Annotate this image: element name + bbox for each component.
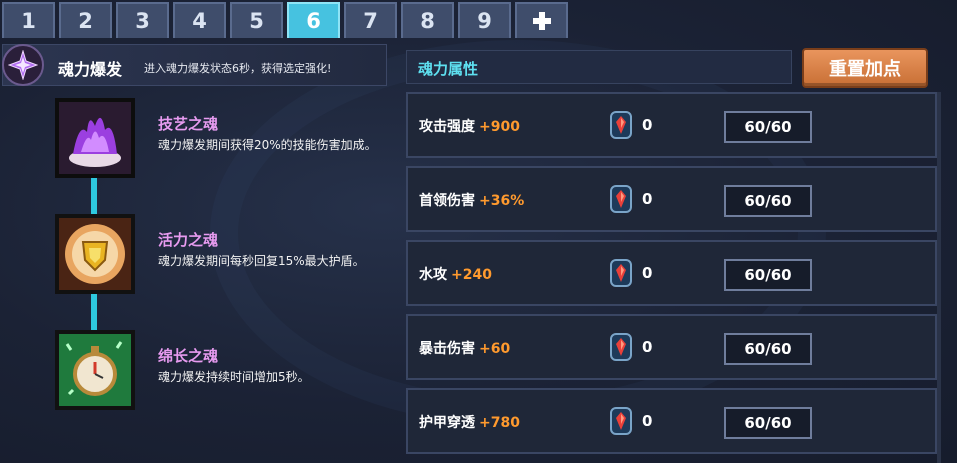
attribute-label: 水攻 +240: [419, 267, 492, 283]
soul-gem-icon: [610, 259, 632, 287]
attribute-row: 暴击伤害 +60 0 60/60: [406, 314, 937, 380]
soul-description-vitality: 魂力爆发期间每秒回复15%最大护盾。: [158, 254, 365, 268]
soul-gem-icon: [610, 407, 632, 435]
soul-burst-emblem-icon: [2, 44, 44, 86]
tab-3[interactable]: 3: [116, 2, 169, 38]
attribute-level-box[interactable]: 60/60: [724, 185, 812, 217]
attribute-bonus: +36%: [479, 193, 525, 209]
attribute-points: 0: [642, 338, 653, 356]
attribute-row: 水攻 +240 0 60/60: [406, 240, 937, 306]
attribute-level-box[interactable]: 60/60: [724, 333, 812, 365]
scrollbar[interactable]: [937, 92, 941, 463]
attributes-title: 魂力属性: [418, 60, 479, 78]
golden-shield-icon[interactable]: [55, 214, 135, 294]
tab-9[interactable]: 9: [458, 2, 511, 38]
tab-5[interactable]: 5: [230, 2, 283, 38]
soul-description-craft: 魂力爆发期间获得20%的技能伤害加成。: [158, 138, 377, 152]
attribute-label: 护甲穿透 +780: [419, 415, 520, 431]
tab-4[interactable]: 4: [173, 2, 226, 38]
attribute-label: 暴击伤害 +60: [419, 341, 511, 357]
attribute-row: 攻击强度 +900 0 60/60: [406, 92, 937, 158]
attribute-label: 首领伤害 +36%: [419, 193, 525, 209]
attribute-row: 首领伤害 +36% 0 60/60: [406, 166, 937, 232]
attribute-bonus: +900: [479, 119, 520, 135]
attribute-points: 0: [642, 264, 653, 282]
attribute-bonus: +240: [451, 267, 492, 283]
stopwatch-icon[interactable]: [55, 330, 135, 410]
attribute-bonus: +60: [479, 341, 511, 357]
soul-connector: [91, 178, 97, 214]
tab-1[interactable]: 1: [2, 2, 55, 38]
purple-flame-icon[interactable]: [55, 98, 135, 178]
attribute-level-box[interactable]: 60/60: [724, 407, 812, 439]
attribute-points: 0: [642, 116, 653, 134]
attribute-bonus: +780: [479, 415, 520, 431]
attribute-row: 护甲穿透 +780 0 60/60: [406, 388, 937, 454]
soul-description-endurance: 魂力爆发持续时间增加5秒。: [158, 370, 310, 384]
tab-2[interactable]: 2: [59, 2, 112, 38]
attribute-label: 攻击强度 +900: [419, 119, 520, 135]
soul-connector: [91, 294, 97, 330]
soul-name-vitality: 活力之魂: [158, 231, 219, 249]
soul-name-craft: 技艺之魂: [158, 115, 219, 133]
tab-6[interactable]: 6: [287, 2, 340, 38]
reset-points-button[interactable]: 重置加点: [802, 48, 928, 88]
soul-gem-icon: [610, 111, 632, 139]
soul-burst-title: 魂力爆发: [58, 60, 123, 79]
tab-8[interactable]: 8: [401, 2, 454, 38]
plus-icon: [532, 12, 551, 30]
add-tab-button[interactable]: [515, 2, 568, 38]
attribute-level-box[interactable]: 60/60: [724, 111, 812, 143]
preset-tabs: 1 2 3 4 5 6 7 8 9: [2, 2, 568, 38]
tab-7[interactable]: 7: [344, 2, 397, 38]
attribute-points: 0: [642, 412, 653, 430]
soul-name-endurance: 绵长之魂: [158, 347, 219, 365]
soul-gem-icon: [610, 333, 632, 361]
attribute-level-box[interactable]: 60/60: [724, 259, 812, 291]
attribute-points: 0: [642, 190, 653, 208]
soul-burst-description: 进入魂力爆发状态6秒，获得选定强化!: [144, 62, 332, 75]
soul-gem-icon: [610, 185, 632, 213]
